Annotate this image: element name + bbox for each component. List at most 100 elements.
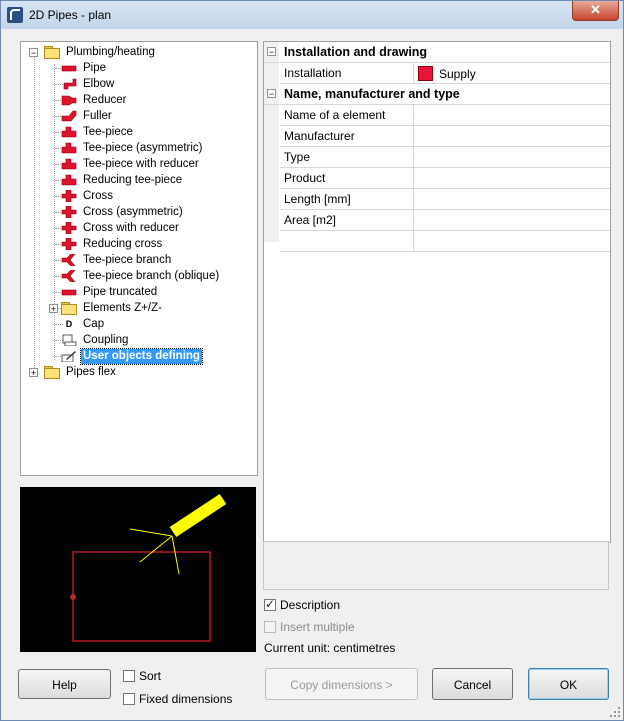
fixed-dimensions-label: Fixed dimensions: [139, 692, 233, 706]
tree-item-label: User objects defining: [80, 347, 203, 365]
tree-item[interactable]: Elbow: [61, 76, 116, 92]
cross-icon: [61, 238, 77, 250]
checkbox-icon[interactable]: [123, 670, 135, 682]
tree-item-label: Tee-piece with reducer: [83, 157, 199, 170]
tree-item[interactable]: Tee-piece with reducer: [61, 156, 201, 172]
description-checkbox[interactable]: Description: [264, 597, 340, 612]
property-row[interactable]: Product: [280, 168, 610, 189]
tree-item[interactable]: Cross with reducer: [61, 220, 181, 236]
expand-icon[interactable]: +: [29, 367, 38, 377]
folder-icon: [61, 302, 77, 315]
property-row-installation[interactable]: Installation Supply: [280, 63, 610, 84]
property-description-area: [263, 541, 609, 590]
expand-icon[interactable]: +: [49, 304, 58, 314]
sort-checkbox[interactable]: Sort: [123, 669, 161, 683]
tree-item-label: Cross: [83, 189, 114, 202]
collapse-icon[interactable]: −: [267, 89, 276, 99]
tree-item-label: Elbow: [83, 77, 115, 90]
tee-piece-icon: [61, 142, 77, 154]
resize-grip-icon[interactable]: [610, 707, 620, 717]
current-unit-text: Current unit: centimetres: [264, 641, 396, 655]
close-button[interactable]: ✕: [572, 1, 619, 21]
tree-item[interactable]: User objects defining: [61, 347, 203, 365]
folder-icon: [44, 46, 60, 59]
preview-canvas: [20, 487, 256, 652]
tree-node-plumbing-heating[interactable]: − Plumbing/heating: [29, 44, 157, 60]
tree-item-label: Fuller: [83, 109, 112, 122]
tee-piece-icon: [61, 174, 77, 186]
title-bar[interactable]: 2D Pipes - plan ✕: [1, 1, 623, 29]
app-icon: [7, 7, 23, 23]
tree-item[interactable]: Elements Z+/Z-: [61, 300, 164, 316]
tree-item[interactable]: Reducing tee-piece: [61, 172, 184, 188]
tree-item[interactable]: Coupling: [61, 332, 130, 348]
insert-multiple-checkbox[interactable]: Insert multiple: [264, 620, 355, 634]
checkbox-icon[interactable]: [123, 693, 135, 705]
grid-gutter: [264, 42, 279, 242]
tree-item[interactable]: Reducing cross: [61, 236, 164, 252]
property-value[interactable]: Supply: [418, 66, 476, 81]
tree-item[interactable]: Fuller: [61, 108, 114, 124]
property-row[interactable]: Length [mm]: [280, 189, 610, 210]
tree-node-pipes-flex[interactable]: + Pipes flex: [29, 364, 118, 380]
tree-item-label: Pipe truncated: [83, 285, 158, 298]
tree-item[interactable]: Cross (asymmetric): [61, 204, 185, 220]
property-row[interactable]: Type: [280, 147, 610, 168]
insert-multiple-label: Insert multiple: [280, 620, 355, 634]
tree-node-label: Pipes flex: [66, 365, 116, 378]
tee-piece-icon: [61, 126, 77, 138]
color-swatch-icon: [418, 66, 433, 81]
copy-dimensions-button[interactable]: Copy dimensions >: [265, 668, 418, 700]
tree-item[interactable]: D Cap: [61, 316, 106, 332]
tree-item-label: Cross with reducer: [83, 221, 179, 234]
fuller-icon: [61, 110, 77, 122]
property-key: Length [mm]: [284, 192, 351, 206]
cancel-button[interactable]: Cancel: [432, 668, 513, 700]
coupling-icon: [61, 334, 77, 346]
elbow-icon: [61, 78, 77, 90]
tree-item-label: Tee-piece: [83, 125, 133, 138]
property-row[interactable]: Manufacturer: [280, 126, 610, 147]
tree-item-label: Reducing tee-piece: [83, 173, 183, 186]
category-installation[interactable]: − Installation and drawing: [264, 42, 610, 63]
collapse-icon[interactable]: −: [29, 47, 38, 57]
property-key: Name of a element: [284, 108, 386, 122]
fixed-dimensions-checkbox[interactable]: Fixed dimensions: [123, 692, 232, 706]
checkbox-icon[interactable]: [264, 621, 276, 633]
property-key: Product: [284, 171, 326, 185]
property-key: Type: [284, 150, 311, 164]
properties-grid[interactable]: − Installation and drawing Installation …: [263, 41, 611, 543]
tree-item-label: Tee-piece (asymmetric): [83, 141, 203, 154]
property-row[interactable]: [280, 231, 610, 252]
category-name-manufacturer[interactable]: − Name, manufacturer and type: [264, 84, 610, 105]
category-title: Installation and drawing: [284, 45, 428, 59]
property-key: Manufacturer: [284, 129, 355, 143]
cross-icon: [61, 206, 77, 218]
property-key: Area [m2]: [284, 213, 337, 227]
collapse-icon[interactable]: −: [267, 47, 276, 57]
help-button[interactable]: Help: [18, 669, 111, 699]
tree-item[interactable]: Tee-piece branch (oblique): [61, 268, 221, 284]
pipe-icon: [61, 62, 77, 74]
sort-label: Sort: [139, 669, 162, 683]
tree-item[interactable]: Tee-piece (asymmetric): [61, 140, 205, 156]
tree-item-label: Cross (asymmetric): [83, 205, 183, 218]
tree-item-label: Pipe: [83, 61, 107, 74]
reducer-icon: [61, 94, 77, 106]
tree-item[interactable]: Cross: [61, 188, 115, 204]
checkbox-icon[interactable]: [264, 597, 276, 611]
tree-item[interactable]: Tee-piece branch: [61, 252, 173, 268]
user-object-icon: [61, 350, 77, 362]
tree-item[interactable]: Reducer: [61, 92, 128, 108]
tree-item[interactable]: Pipe truncated: [61, 284, 159, 300]
object-tree[interactable]: − Plumbing/heating Pipe Elbow Reducer Fulle…: [20, 41, 258, 476]
tree-item-label: Reducer: [83, 93, 127, 106]
tee-piece-icon: [61, 158, 77, 170]
dialog-window: 2D Pipes - plan ✕ − Plumbing/heating Pip…: [0, 0, 624, 721]
tree-item[interactable]: Tee-piece: [61, 124, 135, 140]
property-row[interactable]: Area [m2]: [280, 210, 610, 231]
property-row[interactable]: Name of a element: [280, 105, 610, 126]
ok-button[interactable]: OK: [528, 668, 609, 700]
tree-item[interactable]: Pipe: [61, 60, 108, 76]
property-key: Installation: [284, 66, 342, 80]
